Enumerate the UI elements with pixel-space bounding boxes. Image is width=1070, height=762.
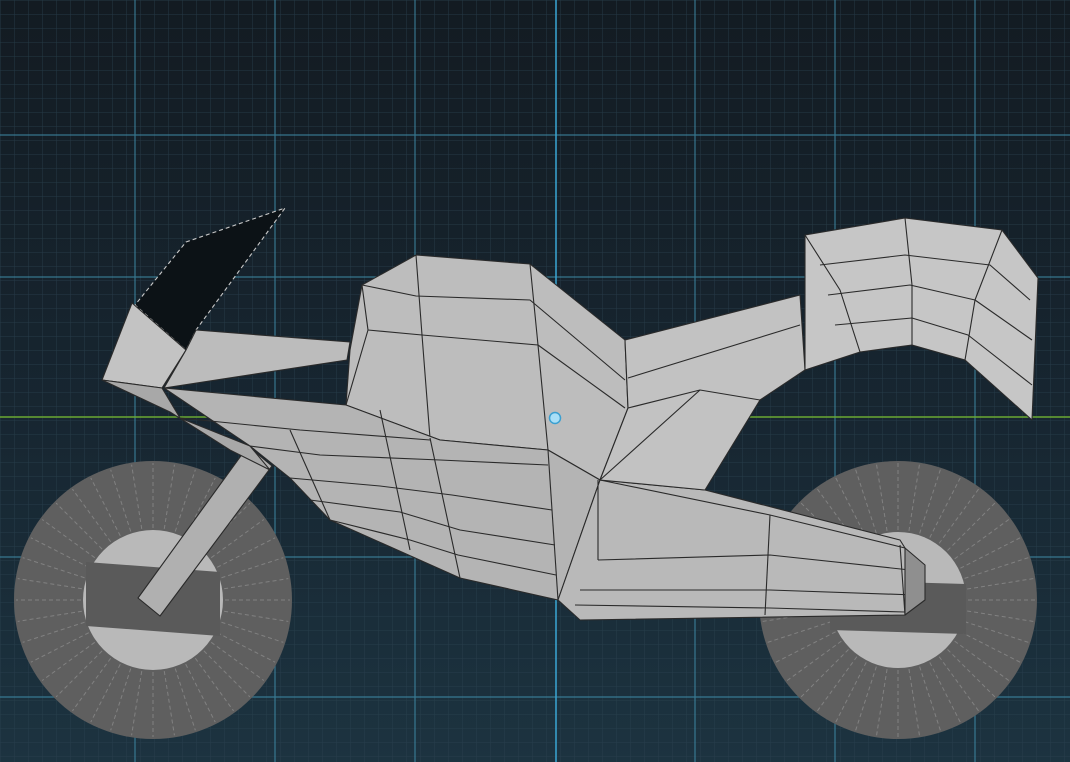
object-pivot[interactable]	[548, 411, 562, 425]
viewport-3d[interactable]	[0, 0, 1070, 762]
viewport-canvas[interactable]	[0, 0, 1070, 762]
